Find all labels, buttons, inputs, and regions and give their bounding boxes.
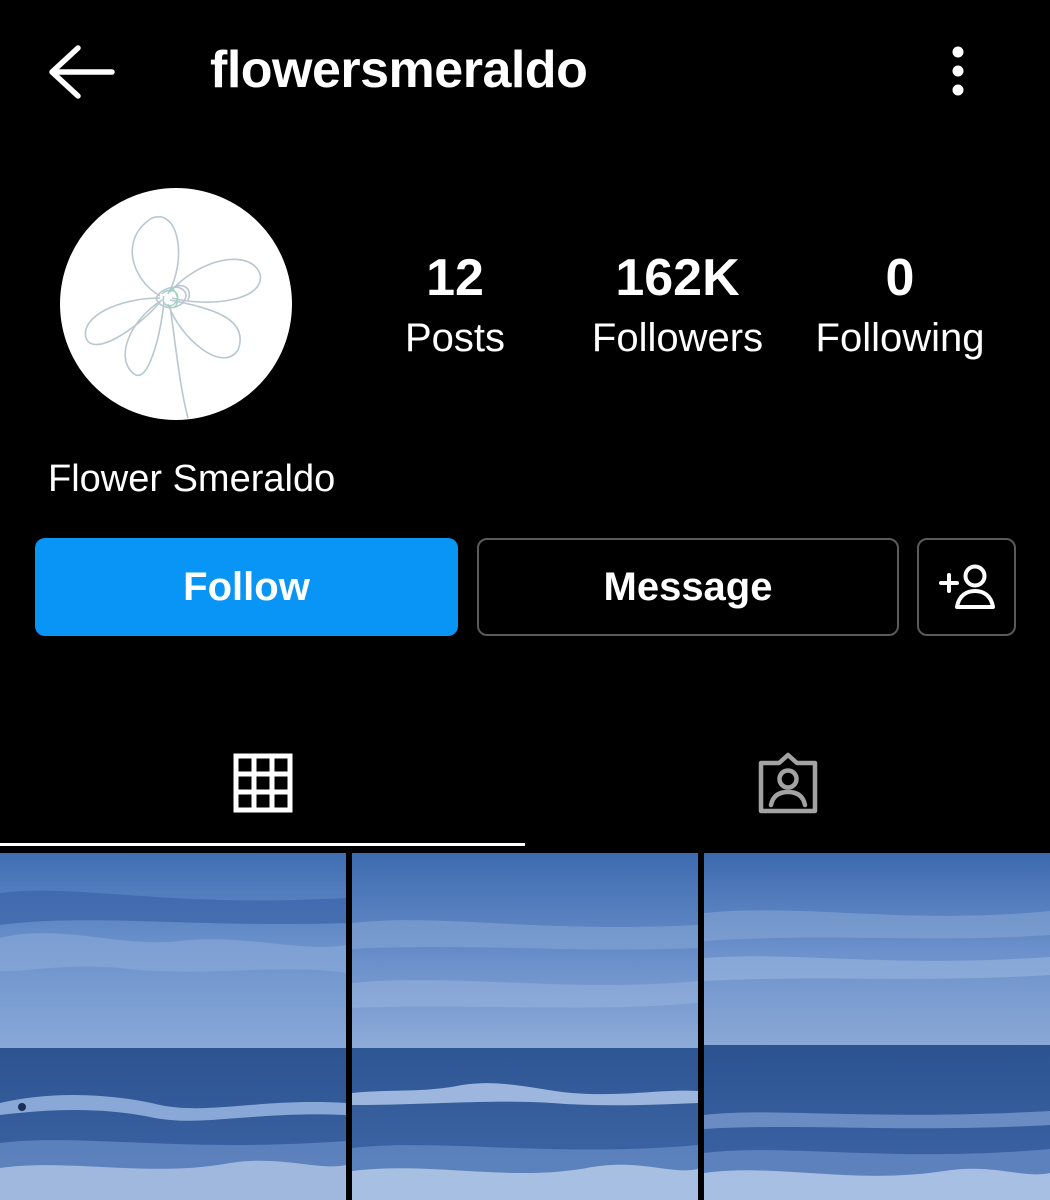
follow-button-label: Follow [183, 564, 310, 609]
profile-username: flowersmeraldo [210, 41, 588, 99]
followers-stat[interactable]: 162K Followers [570, 248, 785, 364]
posts-grid [0, 853, 1050, 1200]
ocean-photo [352, 853, 698, 1200]
follow-button[interactable]: Follow [35, 538, 458, 636]
top-bar: flowersmeraldo [0, 0, 1050, 140]
ocean-photo [0, 853, 346, 1200]
more-vertical-icon [952, 46, 964, 96]
arrow-left-icon [49, 45, 115, 99]
message-button[interactable]: Message [477, 538, 899, 636]
following-label: Following [815, 316, 985, 360]
profile-display-name: Flower Smeraldo [48, 458, 336, 500]
add-person-icon [938, 564, 995, 609]
message-button-label: Message [603, 564, 773, 609]
tagged-person-icon [758, 752, 817, 813]
tab-tagged[interactable] [525, 720, 1050, 845]
post-thumbnail[interactable] [352, 853, 698, 1200]
tab-grid[interactable] [0, 720, 525, 845]
post-thumbnail[interactable] [704, 853, 1050, 1200]
back-button[interactable] [40, 40, 120, 104]
posts-count: 12 [426, 249, 484, 307]
post-thumbnail[interactable] [0, 853, 346, 1200]
profile-avatar[interactable] [60, 188, 292, 420]
grid-icon [233, 753, 292, 812]
followers-label: Followers [591, 316, 764, 360]
posts-label: Posts [404, 316, 506, 360]
following-stat[interactable]: 0 Following [795, 248, 1005, 364]
following-count: 0 [885, 249, 915, 307]
active-tab-indicator [0, 843, 525, 846]
flower-sketch-icon [84, 215, 262, 419]
followers-count: 162K [615, 249, 740, 307]
more-options-button[interactable] [930, 40, 986, 104]
ocean-photo [704, 853, 1050, 1200]
suggested-accounts-button[interactable] [917, 538, 1016, 636]
posts-stat[interactable]: 12 Posts [385, 248, 525, 364]
